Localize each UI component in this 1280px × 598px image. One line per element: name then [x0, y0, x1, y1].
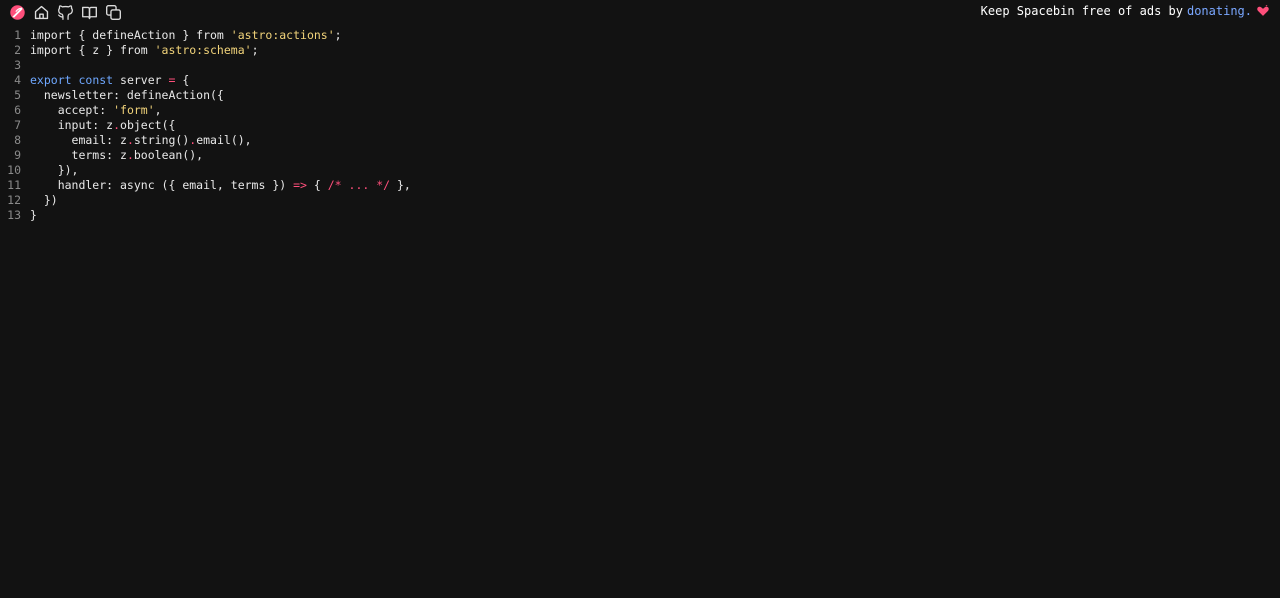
ad-text: Keep Spacebin free of ads by — [980, 4, 1183, 18]
book-icon[interactable] — [80, 3, 99, 22]
code-text: handler: async ({ email, terms }) => { /… — [30, 178, 411, 192]
code-line: 8 email: z.string().email(), — [0, 133, 1280, 148]
heart-icon — [1256, 4, 1270, 18]
donate-link[interactable]: donating. — [1187, 4, 1252, 18]
code-text: input: z.object({ — [30, 118, 176, 132]
code-line: 12 }) — [0, 193, 1280, 208]
code-text: import { defineAction } from 'astro:acti… — [30, 28, 342, 42]
code-line: 4 export const server = { — [0, 73, 1280, 88]
line-number: 12 — [7, 193, 21, 207]
code-text: }), — [30, 163, 79, 177]
line-number: 13 — [7, 208, 21, 222]
line-number: 2 — [14, 43, 21, 57]
code-line: 3 — [0, 58, 1280, 73]
home-icon[interactable] — [32, 3, 51, 22]
line-number: 11 — [7, 178, 21, 192]
code-text: accept: 'form', — [30, 103, 162, 117]
ad-notice: Keep Spacebin free of ads by donating. — [981, 4, 1270, 18]
code-line: 10 }), — [0, 163, 1280, 178]
line-number: 1 — [14, 28, 21, 42]
code-line: 13 } — [0, 208, 1280, 223]
line-number: 5 — [14, 88, 21, 102]
code-line: 5 newsletter: defineAction({ — [0, 88, 1280, 103]
code-line: 9 terms: z.boolean(), — [0, 148, 1280, 163]
line-number: 8 — [14, 133, 21, 147]
code-viewer[interactable]: 1 import { defineAction } from 'astro:ac… — [0, 28, 1280, 223]
line-number: 7 — [14, 118, 21, 132]
toolbar-icons — [8, 3, 123, 22]
code-text: newsletter: defineAction({ — [30, 88, 224, 102]
code-line: 1 import { defineAction } from 'astro:ac… — [0, 28, 1280, 43]
code-line: 11 handler: async ({ email, terms }) => … — [0, 178, 1280, 193]
github-icon[interactable] — [56, 3, 75, 22]
code-line: 7 input: z.object({ — [0, 118, 1280, 133]
code-text: import { z } from 'astro:schema'; — [30, 43, 259, 57]
code-text: email: z.string().email(), — [30, 133, 252, 147]
line-number: 10 — [7, 163, 21, 177]
code-text: terms: z.boolean(), — [30, 148, 204, 162]
copy-icon[interactable] — [104, 3, 123, 22]
code-line: 2 import { z } from 'astro:schema'; — [0, 43, 1280, 58]
code-text: } — [30, 208, 37, 222]
line-number: 3 — [14, 58, 21, 72]
code-text: }) — [30, 193, 58, 207]
top-bar: Keep Spacebin free of ads by donating. — [0, 0, 1280, 26]
line-number: 4 — [14, 73, 21, 87]
line-number: 6 — [14, 103, 21, 117]
code-text: export const server = { — [30, 73, 190, 87]
code-line: 6 accept: 'form', — [0, 103, 1280, 118]
line-number: 9 — [14, 148, 21, 162]
spacebin-logo-icon[interactable] — [8, 3, 27, 22]
